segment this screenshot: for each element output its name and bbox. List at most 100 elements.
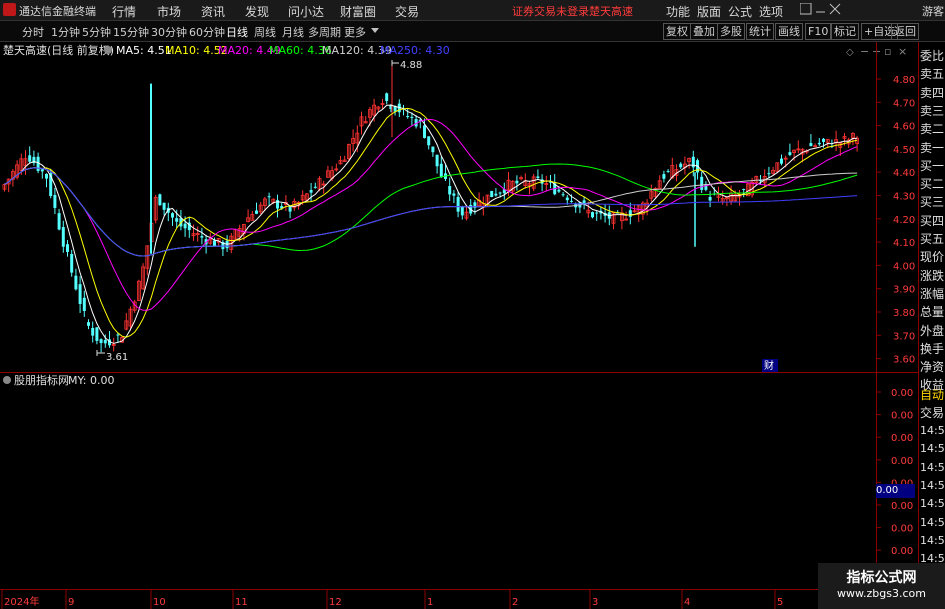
high-label: 4.88 [400,60,422,71]
ma-settings-icon[interactable] [104,46,112,54]
watermark-title: 指标公式网 [846,570,917,586]
auto-label[interactable]: 自动 [920,386,944,403]
side-label: 卖三 [920,103,945,118]
indicator-settings-icon[interactable] [3,376,11,384]
candle-body [158,194,162,206]
indicator-tick: 0.00 [891,388,913,399]
candle-body [267,196,271,198]
candle-body [74,275,78,290]
candle-body [103,340,107,344]
kline-chart[interactable]: 楚天高速(日线 前复权) MA5: 4.51 MA10: 4.52 MA20: … [0,42,918,609]
draw-line-button[interactable]: 画线 [775,23,803,40]
side-label: 涨跌 [920,268,945,283]
ma5-label: MA5: 4.51 [116,44,172,57]
menu-item-layout[interactable]: 版面 [697,3,721,20]
candle-body [427,136,431,146]
candle-body [410,116,414,118]
more-dropdown-icon[interactable] [371,28,379,33]
period-60min[interactable]: 60分钟 [189,24,225,40]
date-tick: 12 [329,597,342,608]
period-5min[interactable]: 5分钟 [82,24,111,40]
candle-body [490,190,494,198]
diamond-icon[interactable]: ◇ [846,47,854,58]
menu-item-wenxiaoda[interactable]: 问小达 [288,3,324,20]
candle-body [742,188,746,190]
window-icon[interactable]: ▫ [884,45,891,58]
candle-body [28,155,32,162]
candle-body [61,227,65,247]
candle-body [78,284,82,304]
overlay-button[interactable]: 叠加 [690,23,718,40]
f10-button[interactable]: F10 [805,23,832,40]
price-tick: 4.40 [893,168,915,179]
candle-body [561,194,565,196]
price-tick: 4.30 [893,192,915,203]
period-multi[interactable]: 多周期 [308,24,341,40]
trade-time: 14:56 [920,533,945,547]
side-label: 委比 [920,49,945,63]
price-tick: 4.50 [893,145,915,156]
candle-body [557,189,561,192]
candle-body [662,174,666,179]
period-more[interactable]: 更多 [344,24,366,40]
date-tick: 5 [777,597,783,608]
period-daily[interactable]: 日线 [226,24,248,40]
price-tick: 3.70 [893,331,915,342]
candle-body [91,327,95,336]
candle-body [70,254,74,273]
menu-item-options[interactable]: 选项 [759,3,783,20]
menu-item-wealth-circle[interactable]: 财富圈 [340,3,376,20]
side-label: 换手 [920,341,945,356]
candle-body [57,213,61,230]
trade-time: 14:56 [920,497,945,511]
menu-item-discover[interactable]: 发现 [245,3,269,20]
zoom-out-icon[interactable]: − [860,45,869,58]
candle-body [423,125,426,138]
period-weekly[interactable]: 周线 [254,24,276,40]
price-tick: 3.60 [893,355,915,366]
date-tick: 11 [235,597,248,608]
menu-item-function[interactable]: 功能 [666,3,690,20]
mark-button[interactable]: 标记 [831,23,859,40]
candle-body [448,186,452,195]
candle-body [66,244,69,252]
login-status[interactable]: 证券交易未登录 [512,3,589,19]
candle-body [82,297,86,311]
period-monthly[interactable]: 月线 [282,24,304,40]
side-label: 现价 [920,250,945,265]
back-button[interactable]: 返回 [891,23,919,40]
app-logo-icon [3,3,16,16]
window-controls [800,3,841,15]
period-1min[interactable]: 1分钟 [51,24,80,40]
candle-body [99,339,103,344]
side-label: 卖一 [920,140,945,155]
menu-item-formula[interactable]: 公式 [728,3,752,20]
close-panel-icon[interactable]: × [898,45,907,58]
restore-icon[interactable] [800,3,812,15]
multi-stock-button[interactable]: 多股 [717,23,745,40]
side-label: 卖二 [920,122,945,137]
menu-item-news[interactable]: 资讯 [201,3,225,20]
period-15min[interactable]: 15分钟 [113,24,149,40]
ma250-label: MA250: 4.30 [380,44,450,57]
menu-item-markets[interactable]: 市场 [157,3,181,20]
candle-body [288,206,292,212]
candle-body [809,143,813,147]
indicator-title: 股朋指标网 [14,373,69,387]
period-30min[interactable]: 30分钟 [151,24,187,40]
statistics-button[interactable]: 统计 [746,23,774,40]
restore-rights-button[interactable]: 复权 [663,23,691,40]
period-intraday[interactable]: 分时 [22,24,44,40]
candle-body [498,192,502,194]
candle-body [822,138,825,142]
guest-user[interactable]: 游客 [922,3,944,19]
candle-body [565,197,569,201]
candle-body [666,171,670,173]
price-tick: 3.90 [893,285,915,296]
menu-item-trade[interactable]: 交易 [395,3,419,20]
indicator-tick: 0.00 [891,501,913,512]
menu-item-market[interactable]: 行情 [112,3,136,20]
finance-marker[interactable]: 财 [764,359,774,372]
price-tick: 4.20 [893,215,915,226]
trade-label[interactable]: 交易 [920,404,944,421]
